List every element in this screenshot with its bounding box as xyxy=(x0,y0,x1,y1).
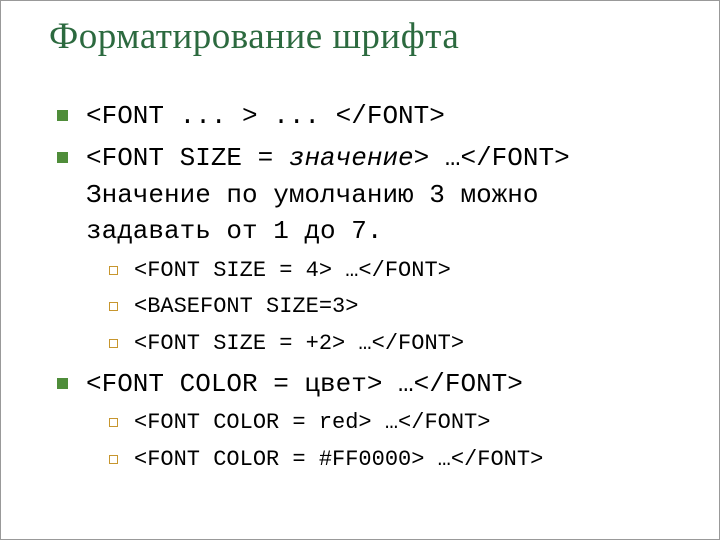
list-item: <FONT COLOR = #FF0000> …</FONT> xyxy=(109,445,671,476)
slide-title: Форматирование шрифта xyxy=(49,15,671,58)
code-text: <FONT COLOR = red> …</FONT> xyxy=(134,408,490,439)
code-text: <FONT SIZE = 4> …</FONT> xyxy=(134,256,451,287)
code-italic: значение xyxy=(289,143,414,173)
list-item: <FONT COLOR = red> …</FONT> xyxy=(109,408,671,439)
code-text: <BASEFONT SIZE=3> xyxy=(134,292,358,323)
list-item: <FONT ... > ... </FONT> xyxy=(57,98,671,134)
square-outline-icon xyxy=(109,455,118,464)
square-bullet-icon xyxy=(57,110,68,121)
square-outline-icon xyxy=(109,418,118,427)
code-text: <FONT ... > ... </FONT> xyxy=(86,98,445,134)
slide: Форматирование шрифта <FONT ... > ... </… xyxy=(0,0,720,540)
code-text: <FONT COLOR = #FF0000> …</FONT> xyxy=(134,445,543,476)
square-outline-icon xyxy=(109,339,118,348)
code-text: <FONT SIZE = значение> …</FONT> Значение… xyxy=(86,140,671,249)
square-outline-icon xyxy=(109,266,118,275)
square-outline-icon xyxy=(109,302,118,311)
list-item: <BASEFONT SIZE=3> xyxy=(109,292,671,323)
square-bullet-icon xyxy=(57,378,68,389)
code-part: <FONT SIZE = xyxy=(86,143,289,173)
list-item: <FONT COLOR = цвет> …</FONT> xyxy=(57,366,671,402)
list-item: <FONT SIZE = +2> …</FONT> xyxy=(109,329,671,360)
list-item: <FONT SIZE = значение> …</FONT> Значение… xyxy=(57,140,671,249)
code-text: <FONT SIZE = +2> …</FONT> xyxy=(134,329,464,360)
list-item: <FONT SIZE = 4> …</FONT> xyxy=(109,256,671,287)
code-text: <FONT COLOR = цвет> …</FONT> xyxy=(86,366,523,402)
square-bullet-icon xyxy=(57,152,68,163)
